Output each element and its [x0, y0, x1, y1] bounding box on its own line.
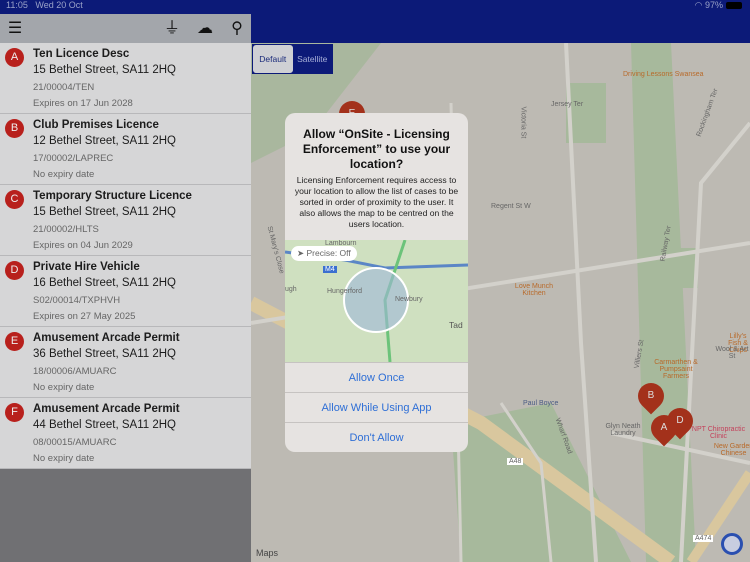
- filter-icon[interactable]: ⏚: [162, 19, 182, 39]
- case-reference: 21/00002/HLTS: [33, 224, 99, 235]
- map-label: Newbury: [395, 296, 423, 303]
- search-icon[interactable]: ⚲: [227, 19, 247, 39]
- road-shield: A48: [507, 458, 524, 465]
- case-expiry: Expires on 04 Jun 2029: [33, 240, 133, 251]
- status-date: Wed 20 Oct: [35, 0, 83, 10]
- poi-label[interactable]: Glyn Neath Laundry: [603, 423, 643, 437]
- poi-label[interactable]: Paul Boyce: [523, 400, 558, 407]
- map-label: M4: [323, 266, 337, 273]
- alert-message: Licensing Enforcement requires access to…: [294, 175, 459, 229]
- menu-icon[interactable]: ☰: [5, 19, 25, 39]
- poi-label[interactable]: NPT Chiropractic Clinic: [691, 426, 746, 440]
- case-reference: 18/00006/AMUARC: [33, 366, 117, 377]
- allow-while-using-button[interactable]: Allow While Using App: [285, 392, 468, 422]
- map-label: Hungerford: [327, 288, 363, 295]
- tab-default[interactable]: Default: [253, 45, 293, 73]
- case-letter-badge: D: [5, 261, 24, 280]
- case-title: Amusement Arcade Permit: [33, 403, 180, 415]
- case-list-panel: ☰ ⏚ ☁ ⚲ A Ten Licence Desc 15 Bethel Str…: [0, 14, 251, 562]
- map-type-control: Default Satellite: [252, 44, 333, 74]
- poi-label[interactable]: Carmarthen & Pumpsaint Farmers: [646, 359, 706, 380]
- case-list-item[interactable]: B Club Premises Licence 12 Bethel Street…: [0, 114, 251, 185]
- case-address: 16 Bethel Street, SA11 2HQ: [33, 277, 176, 289]
- case-letter-badge: C: [5, 190, 24, 209]
- status-bar: 11:05 Wed 20 Oct ◠ 97%: [0, 0, 750, 14]
- case-title: Club Premises Licence: [33, 119, 159, 131]
- list-toolbar: ☰ ⏚ ☁ ⚲: [0, 14, 251, 43]
- case-address: 36 Bethel Street, SA11 2HQ: [33, 348, 176, 360]
- location-permission-alert: Allow “OnSite - Licensing Enforcement” t…: [285, 113, 468, 452]
- street-label: Victoria St: [519, 106, 527, 139]
- dont-allow-button[interactable]: Don't Allow: [285, 422, 468, 452]
- battery-level: 97%: [704, 0, 723, 10]
- case-address: 15 Bethel Street, SA11 2HQ: [33, 206, 176, 218]
- case-letter-badge: A: [5, 48, 24, 67]
- case-list-item[interactable]: E Amusement Arcade Permit 36 Bethel Stre…: [0, 327, 251, 398]
- case-title: Amusement Arcade Permit: [33, 332, 180, 344]
- case-letter-badge: E: [5, 332, 24, 351]
- case-expiry: Expires on 17 Jun 2028: [33, 98, 133, 109]
- case-list-item[interactable]: D Private Hire Vehicle 16 Bethel Street,…: [0, 256, 251, 327]
- road-shield: A474: [693, 535, 714, 542]
- precise-toggle[interactable]: ➤ Precise: Off: [291, 246, 357, 261]
- poi-label[interactable]: New Garden Chinese: [711, 443, 750, 457]
- case-expiry: Expires on 27 May 2025: [33, 311, 136, 322]
- battery-icon: [726, 2, 742, 10]
- map-nav-bar: [251, 14, 750, 43]
- case-expiry: No expiry date: [33, 382, 95, 393]
- street-label: Jersey Ter: [551, 101, 584, 108]
- wifi-icon: ◠: [694, 0, 703, 10]
- case-address: 15 Bethel Street, SA11 2HQ: [33, 64, 176, 76]
- case-title: Temporary Structure Licence: [33, 190, 192, 202]
- poi-label[interactable]: Wool & Art St: [715, 346, 749, 360]
- case-title: Ten Licence Desc: [33, 48, 130, 60]
- case-expiry: No expiry date: [33, 453, 95, 464]
- case-letter-badge: F: [5, 403, 24, 422]
- case-expiry: No expiry date: [33, 169, 95, 180]
- case-title: Private Hire Vehicle: [33, 261, 140, 273]
- case-reference: 17/00002/LAPREC: [33, 153, 114, 164]
- case-reference: S02/00014/TXPHVH: [33, 295, 121, 306]
- map-pin[interactable]: B: [632, 377, 670, 415]
- case-list: A Ten Licence Desc 15 Bethel Street, SA1…: [0, 43, 251, 469]
- case-list-item[interactable]: C Temporary Structure Licence 15 Bethel …: [0, 185, 251, 256]
- apple-maps-attribution: Maps: [256, 548, 279, 558]
- alert-title: Allow “OnSite - Licensing Enforcement” t…: [302, 127, 451, 171]
- approximate-location-map: Lambourn M4 Hungerford Newbury Tad ugh ➤…: [285, 240, 468, 362]
- map-pin[interactable]: A: [645, 409, 683, 447]
- map-label: Tad: [449, 320, 463, 330]
- case-letter-badge: B: [5, 119, 24, 138]
- status-time: 11:05: [6, 0, 28, 10]
- cloud-upload-icon[interactable]: ☁: [195, 19, 215, 39]
- case-address: 44 Bethel Street, SA11 2HQ: [33, 419, 176, 431]
- case-reference: 08/00015/AMUARC: [33, 437, 117, 448]
- case-reference: 21/00004/TEN: [33, 82, 95, 93]
- case-list-item[interactable]: A Ten Licence Desc 15 Bethel Street, SA1…: [0, 43, 251, 114]
- poi-label[interactable]: Love Munch Kitchen: [509, 283, 559, 297]
- case-list-item[interactable]: F Amusement Arcade Permit 44 Bethel Stre…: [0, 398, 251, 469]
- map-label: ugh: [285, 286, 297, 293]
- case-address: 12 Bethel Street, SA11 2HQ: [33, 135, 176, 147]
- tab-satellite[interactable]: Satellite: [293, 45, 333, 73]
- poi-label[interactable]: Driving Lessons Swansea: [623, 71, 704, 78]
- allow-once-button[interactable]: Allow Once: [285, 362, 468, 392]
- locate-me-icon[interactable]: [721, 533, 743, 555]
- street-label: Regent St W: [491, 203, 531, 210]
